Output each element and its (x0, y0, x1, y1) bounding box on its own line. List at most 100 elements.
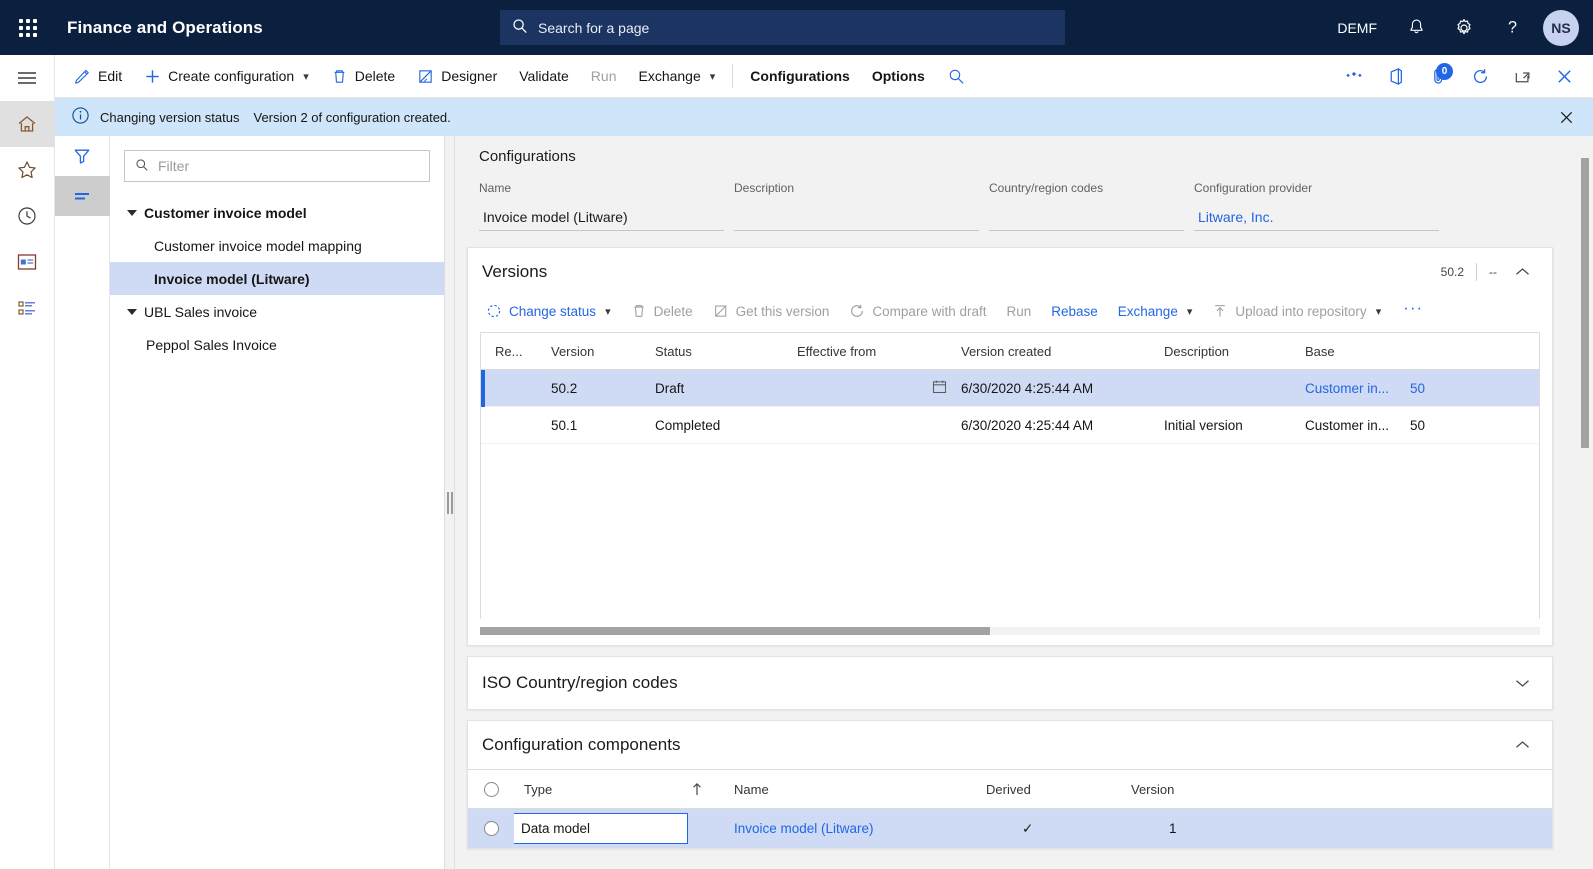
exchange-button[interactable]: Exchange ▾ (627, 55, 726, 97)
rebase-label: Rebase (1051, 303, 1098, 319)
message-bar-close-icon[interactable] (1550, 109, 1583, 126)
field-configuration-provider-value[interactable]: Litware, Inc. (1194, 203, 1439, 231)
column-header-derived[interactable]: Derived (976, 782, 1121, 797)
table-row[interactable]: 50.2 Draft 6/30/2020 4:25:44 AM Customer… (481, 369, 1539, 407)
tree-node-customer-invoice-model-mapping[interactable]: Customer invoice model mapping (110, 229, 444, 262)
create-configuration-button[interactable]: Create configuration ▾ (133, 55, 320, 97)
trash-icon (334, 69, 345, 83)
app-launcher-icon[interactable] (0, 0, 55, 55)
version-exchange-button[interactable]: Exchange ▾ (1108, 297, 1203, 326)
column-header-version[interactable]: Version (541, 344, 645, 359)
tab-options-label: Options (871, 68, 925, 84)
tree-filter-input[interactable]: Filter (124, 150, 430, 182)
column-header-version-created[interactable]: Version created (951, 344, 1154, 359)
relationships-icon[interactable] (1333, 55, 1375, 97)
vertical-scroll-thumb[interactable] (1581, 158, 1589, 448)
radio-icon[interactable] (483, 821, 499, 836)
column-header-re[interactable]: Re... (485, 344, 541, 359)
change-status-button[interactable]: Change status ▾ (476, 296, 621, 326)
company-selector[interactable]: DEMF (1323, 20, 1391, 36)
validate-button[interactable]: Validate (508, 55, 580, 97)
iso-card-header[interactable]: ISO Country/region codes (468, 657, 1552, 709)
expand-caret-icon[interactable] (120, 307, 144, 317)
column-header-type[interactable]: Type (514, 782, 669, 797)
tree-list-icon[interactable] (54, 176, 110, 216)
cell-base[interactable]: Customer in... (1295, 381, 1400, 396)
chevron-up-icon[interactable] (1509, 263, 1536, 281)
versions-horizontal-scrollbar[interactable] (468, 619, 1552, 645)
home-icon[interactable] (0, 101, 55, 147)
cell-type[interactable]: Data model (514, 813, 724, 844)
versions-card-header[interactable]: Versions 50.2 -- (468, 248, 1552, 296)
column-header-description[interactable]: Description (1154, 344, 1295, 359)
expand-caret-icon[interactable] (120, 208, 144, 218)
tab-configurations[interactable]: Configurations (739, 55, 861, 97)
configuration-tree-pane: Filter Customer invoice model Customer i… (110, 136, 444, 869)
column-header-effective-from[interactable]: Effective from (787, 344, 951, 359)
tree-node-invoice-model-litware[interactable]: Invoice model (Litware) (110, 262, 444, 295)
table-row[interactable]: Data model Invoice model (Litware) ✓ 1 (468, 809, 1552, 848)
row-radio[interactable] (468, 821, 514, 836)
horizontal-scroll-track[interactable] (480, 627, 1540, 635)
radio-icon[interactable] (483, 781, 499, 797)
office-icon[interactable] (1375, 55, 1417, 97)
select-all-radio[interactable] (468, 781, 514, 797)
details-vertical-scrollbar[interactable] (1577, 136, 1593, 869)
tree-node-customer-invoice-model[interactable]: Customer invoice model (110, 196, 444, 229)
column-header-name[interactable]: Name (724, 782, 976, 797)
column-header-status[interactable]: Status (645, 344, 787, 359)
column-header-version[interactable]: Version (1121, 782, 1271, 797)
summary-divider (1476, 263, 1477, 281)
chevron-down-icon: ▾ (709, 70, 716, 83)
hamburger-icon[interactable] (0, 55, 55, 101)
iso-card-title: ISO Country/region codes (482, 673, 678, 692)
cell-base-number[interactable]: 50 (1400, 381, 1460, 396)
column-header-base[interactable]: Base (1295, 344, 1400, 359)
field-name-value[interactable]: Invoice model (Litware) (479, 203, 724, 231)
refresh-icon[interactable] (1459, 55, 1501, 97)
type-edit-input[interactable]: Data model (514, 813, 688, 844)
modules-list-icon[interactable] (0, 285, 55, 331)
components-card-header[interactable]: Configuration components (468, 721, 1552, 769)
delete-button[interactable]: Delete (320, 55, 406, 97)
versions-overflow-button[interactable]: ··· (1391, 296, 1435, 326)
cell-description: Initial version (1164, 417, 1243, 433)
tree-node-ubl-sales-invoice[interactable]: UBL Sales invoice (110, 295, 444, 328)
global-search-input[interactable]: Search for a page (500, 10, 1065, 45)
chevron-up-icon[interactable] (1509, 736, 1536, 754)
field-description-value[interactable] (734, 203, 979, 231)
tree-node-peppol-sales-invoice[interactable]: Peppol Sales Invoice (110, 328, 444, 361)
change-status-label: Change status (509, 303, 597, 319)
filter-funnel-icon[interactable] (55, 136, 110, 176)
question-mark-icon[interactable]: ? (1489, 0, 1535, 55)
favorites-star-icon[interactable] (0, 147, 55, 193)
edit-button[interactable]: Edit (63, 55, 133, 97)
cell-effective-from[interactable] (787, 379, 951, 397)
tab-options[interactable]: Options (861, 55, 936, 97)
designer-button[interactable]: Designer (406, 55, 508, 97)
horizontal-scroll-thumb[interactable] (480, 627, 990, 635)
search-icon[interactable] (936, 55, 978, 97)
sort-ascending-icon[interactable] (669, 782, 724, 796)
avatar[interactable]: NS (1543, 9, 1579, 46)
recent-clock-icon[interactable] (0, 193, 55, 239)
rebase-button[interactable]: Rebase (1041, 297, 1108, 326)
cell-name[interactable]: Invoice model (Litware) (724, 821, 976, 836)
tree-filter-placeholder: Filter (158, 158, 190, 174)
close-icon[interactable] (1543, 55, 1585, 97)
popout-icon[interactable] (1501, 55, 1543, 97)
cell-base[interactable]: Customer in... (1295, 418, 1400, 433)
bell-icon[interactable] (1393, 0, 1439, 55)
upload-into-repository-button: Upload into repository ▾ (1202, 296, 1391, 326)
bottom-spacer (455, 849, 1577, 869)
pane-splitter[interactable] (444, 136, 455, 869)
field-country-region-codes-value[interactable] (989, 203, 1184, 231)
calendar-icon[interactable] (932, 379, 947, 397)
table-row[interactable]: 50.1 Completed 6/30/2020 4:25:44 AM Init… (481, 407, 1539, 444)
cell-base-number: 50 (1410, 417, 1426, 433)
chevron-down-icon[interactable] (1509, 674, 1536, 692)
attachments-icon[interactable]: 0 (1417, 55, 1459, 97)
toolbar-divider (732, 64, 734, 88)
gear-icon[interactable] (1441, 0, 1487, 55)
workspaces-icon[interactable] (0, 239, 55, 285)
